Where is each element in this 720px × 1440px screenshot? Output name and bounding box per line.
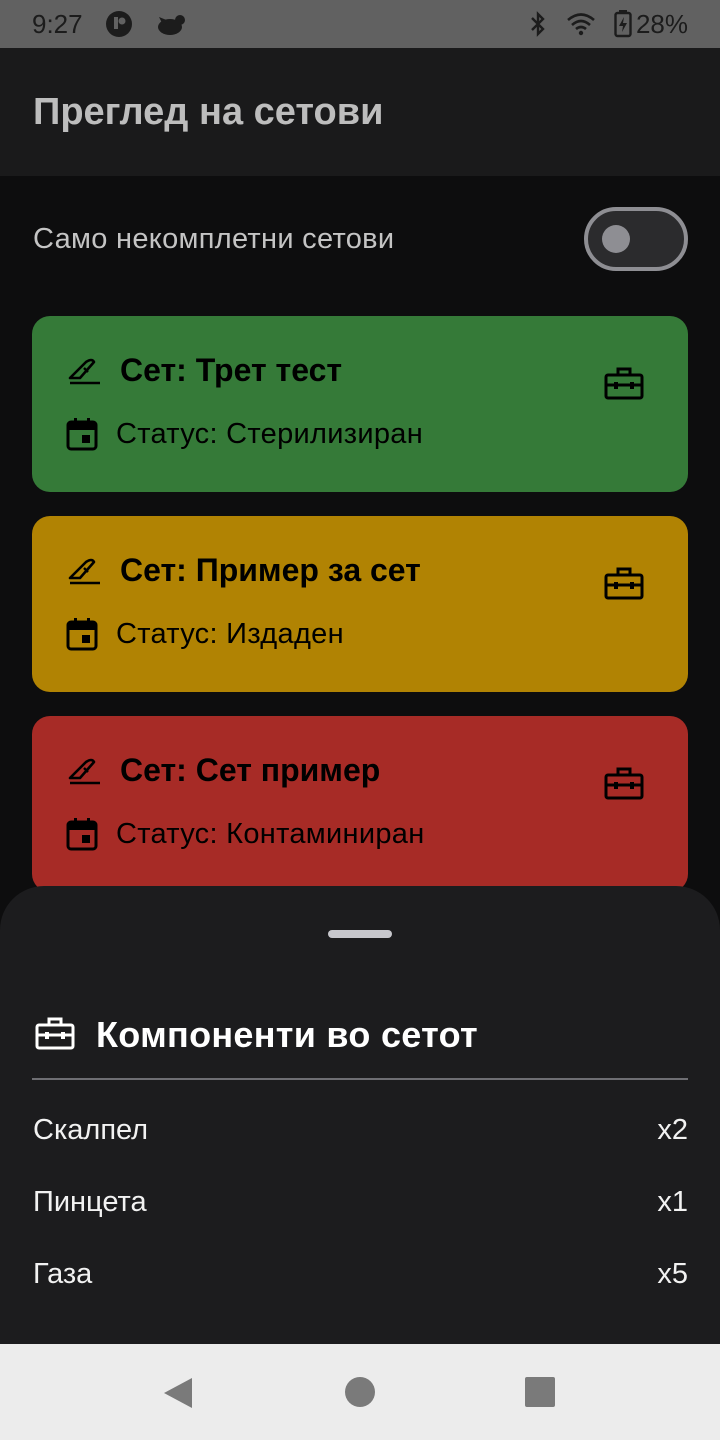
toolbox-icon bbox=[604, 566, 644, 600]
recents-icon[interactable] bbox=[524, 1376, 556, 1413]
set-title: Сет: Сет пример bbox=[120, 752, 381, 788]
home-icon[interactable] bbox=[344, 1376, 376, 1413]
list-item: Скалпел x2 bbox=[33, 1114, 688, 1147]
component-quantity: x1 bbox=[657, 1186, 688, 1218]
battery-icon bbox=[614, 10, 632, 38]
status-time: 9:27 bbox=[32, 8, 83, 39]
bluetooth-icon bbox=[528, 10, 548, 38]
calendar-icon bbox=[66, 817, 98, 851]
component-name: Пинцета bbox=[33, 1186, 147, 1218]
set-card[interactable]: Сет: Сет пример Статус: Контаминиран bbox=[32, 716, 688, 892]
incomplete-filter-label: Само некомплетни сетови bbox=[33, 222, 395, 255]
battery-percent: 28% bbox=[635, 8, 688, 39]
scalpel-icon bbox=[66, 356, 102, 386]
scalpel-icon bbox=[66, 556, 102, 586]
set-card[interactable]: Сет: Пример за сет Статус: Издаден bbox=[32, 516, 688, 692]
battery-indicator: 28% bbox=[614, 9, 688, 40]
component-quantity: x5 bbox=[657, 1258, 688, 1290]
component-name: Газа bbox=[33, 1258, 93, 1290]
set-card[interactable]: Сет: Трет тест Статус: Стерилизиран bbox=[32, 316, 688, 492]
back-icon[interactable] bbox=[162, 1376, 194, 1415]
page-title: Преглед на сетови bbox=[33, 90, 384, 133]
component-quantity: x2 bbox=[657, 1114, 688, 1146]
app-notification-icon bbox=[105, 10, 133, 38]
toolbox-icon bbox=[604, 766, 644, 800]
calendar-icon bbox=[66, 417, 98, 451]
list-item: Пинцета x1 bbox=[33, 1186, 688, 1219]
set-status: Статус: Издаден bbox=[116, 617, 344, 650]
sheet-drag-handle[interactable] bbox=[328, 930, 392, 938]
set-title: Сет: Пример за сет bbox=[120, 552, 421, 588]
components-bottom-sheet: Компоненти во сетот Скалпел x2 Пинцета x… bbox=[0, 886, 720, 1344]
toolbox-icon bbox=[34, 1016, 76, 1055]
sheet-title: Компоненти во сетот bbox=[96, 1014, 478, 1055]
sheet-divider bbox=[32, 1078, 688, 1080]
incomplete-filter-toggle[interactable] bbox=[584, 207, 688, 271]
scalpel-icon bbox=[66, 756, 102, 786]
system-nav-bar bbox=[0, 1344, 720, 1440]
bird-notification-icon bbox=[155, 11, 189, 37]
status-bar: 9:27 28% bbox=[0, 0, 720, 48]
set-status: Статус: Контаминиран bbox=[116, 817, 425, 850]
toolbox-icon bbox=[604, 366, 644, 400]
calendar-icon bbox=[66, 617, 98, 651]
list-item: Газа x5 bbox=[33, 1258, 688, 1291]
incomplete-filter-row: Само некомплетни сетови bbox=[33, 206, 688, 272]
component-name: Скалпел bbox=[33, 1114, 149, 1146]
set-title: Сет: Трет тест bbox=[120, 352, 343, 388]
wifi-icon bbox=[566, 12, 596, 36]
app-bar: Преглед на сетови bbox=[0, 48, 720, 176]
set-status: Статус: Стерилизиран bbox=[116, 417, 424, 450]
sheet-header: Компоненти во сетот bbox=[34, 1014, 478, 1056]
toggle-knob bbox=[602, 225, 630, 253]
